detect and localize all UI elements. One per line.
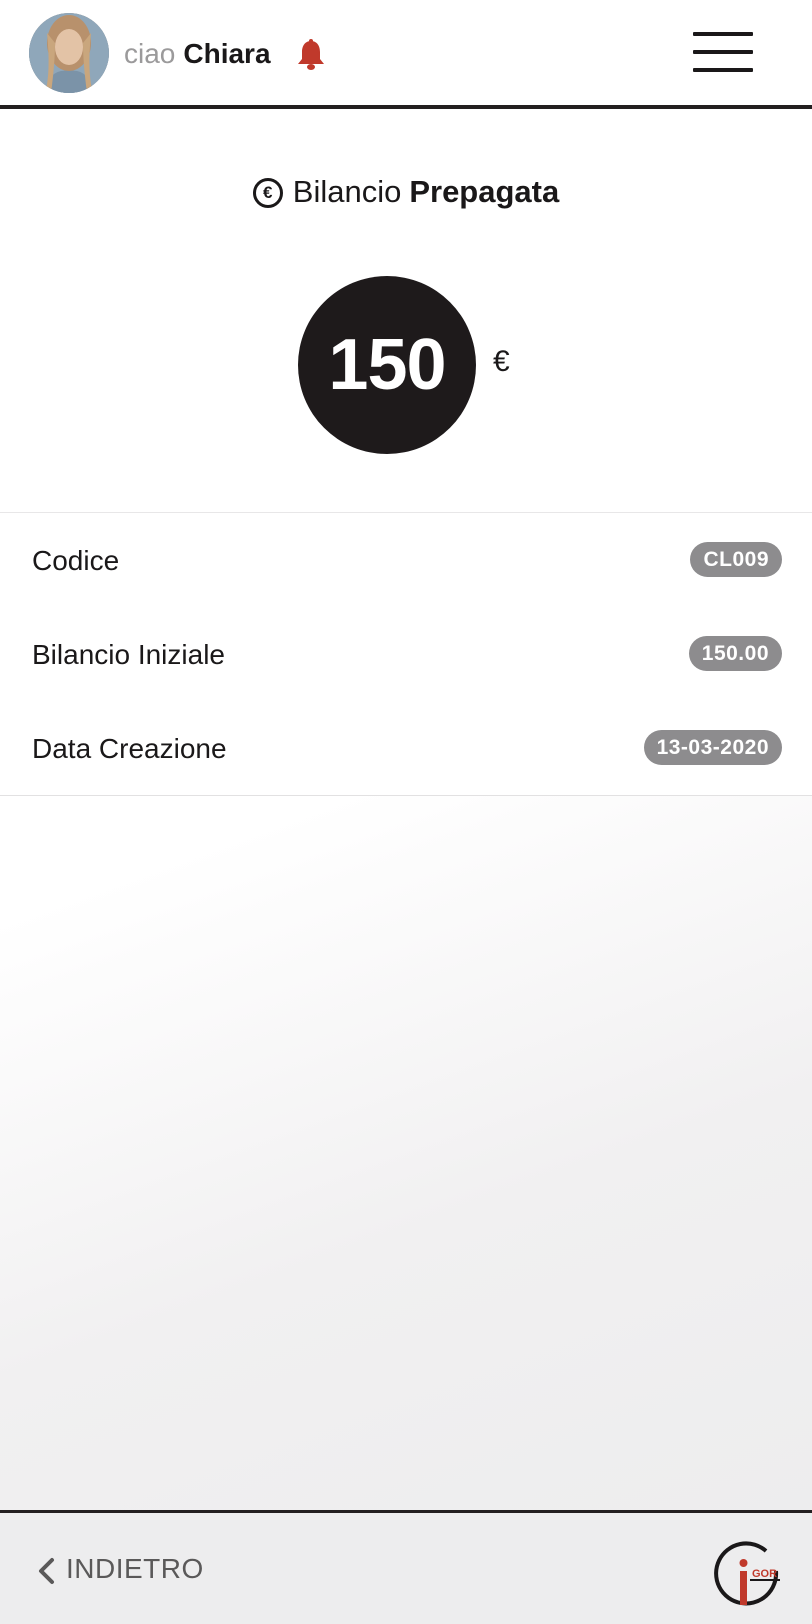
avatar-image	[29, 13, 109, 93]
detail-row-codice: Codice CL009	[0, 513, 812, 607]
bell-icon[interactable]	[294, 38, 328, 72]
user-name: Chiara	[183, 38, 271, 69]
footer: INDIETRO GOR	[0, 1510, 812, 1624]
menu-bar-bottom	[693, 68, 753, 72]
avatar[interactable]	[29, 13, 109, 93]
greeting-hello: ciao	[124, 38, 176, 69]
header: ciao Chiara	[0, 0, 812, 109]
euro-icon: €	[252, 178, 283, 208]
detail-label: Codice	[32, 545, 120, 576]
brand-logo: GOR	[714, 1541, 784, 1611]
menu-bar-middle	[693, 50, 753, 54]
title-bold: Prepagata	[409, 174, 560, 209]
detail-row-bilancio-iniziale: Bilancio Iniziale 150.00	[0, 607, 812, 701]
chevron-left-icon	[39, 1558, 54, 1584]
page-title: € Bilancio Prepagata	[0, 170, 812, 214]
detail-row-data-creazione: Data Creazione 13-03-2020	[0, 701, 812, 795]
currency-symbol: €	[493, 345, 510, 378]
menu-button[interactable]	[690, 30, 754, 74]
detail-badge: 150.00	[688, 636, 782, 671]
back-label: INDIETRO	[66, 1553, 204, 1584]
detail-label: Bilancio Iniziale	[32, 639, 225, 670]
title-light: Bilancio	[292, 174, 402, 209]
detail-label: Data Creazione	[32, 733, 227, 764]
detail-badge: 13-03-2020	[643, 730, 782, 765]
logo-text: GOR	[752, 1568, 777, 1580]
menu-bar-top	[693, 32, 753, 36]
app-screen: ciao Chiara € Bilancio Prepagata 150 € Codi…	[0, 0, 812, 1624]
details-list: Codice CL009 Bilancio Iniziale 150.00 Da…	[0, 512, 812, 796]
detail-badge: CL009	[690, 542, 782, 577]
greeting: ciao Chiara	[124, 34, 271, 74]
balance-amount: 150	[298, 276, 476, 454]
